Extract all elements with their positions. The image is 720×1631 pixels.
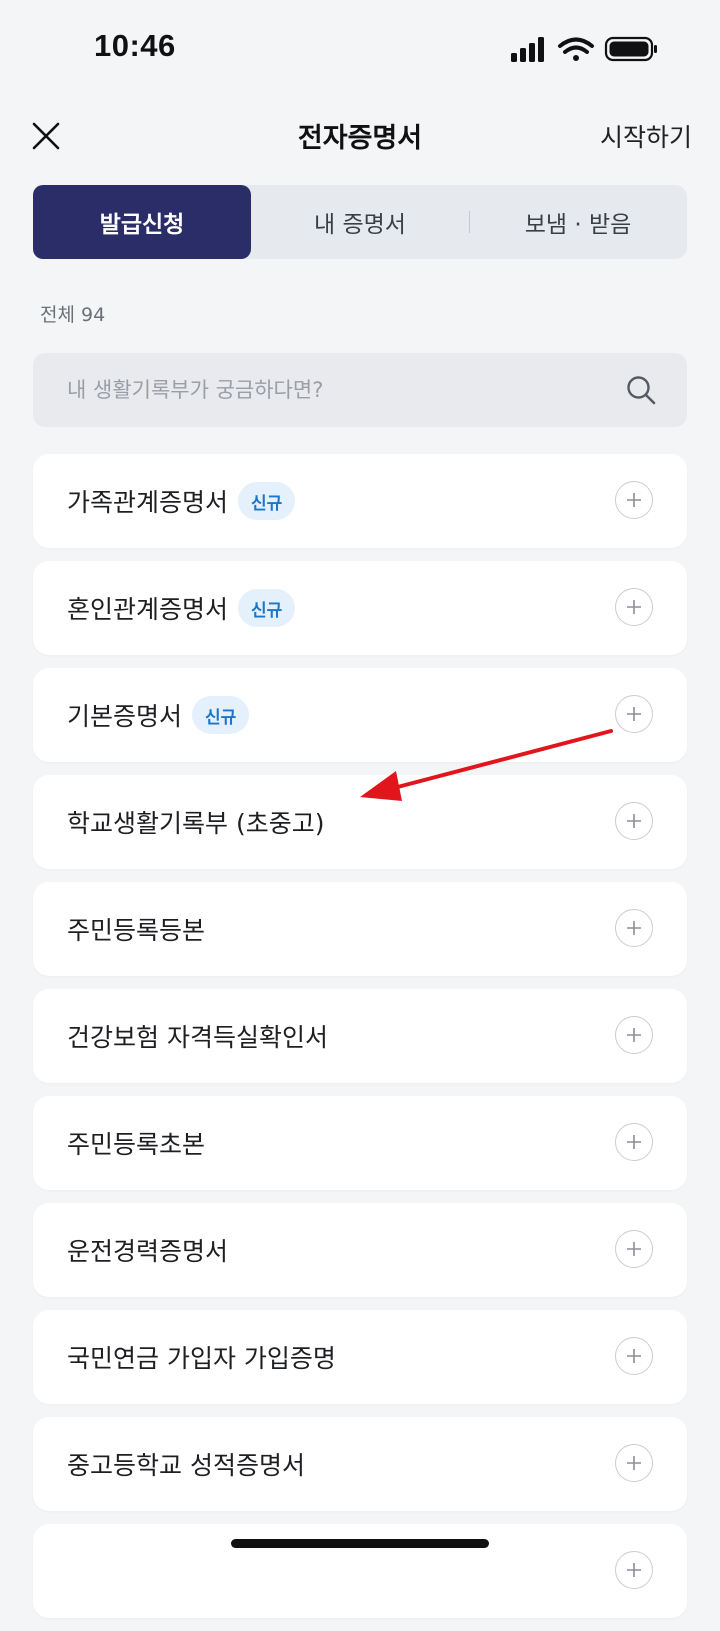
search-input[interactable] (67, 353, 607, 427)
total-count: 전체 94 (40, 304, 106, 326)
list-item[interactable]: 주민등록등본 (33, 882, 687, 976)
plus-icon (627, 1135, 641, 1149)
segmented-tabs: 발급신청 내 증명서 보냄 · 받음 (33, 185, 687, 259)
list-item[interactable]: 주민등록초본 (33, 1096, 687, 1190)
add-button[interactable] (615, 909, 653, 947)
list-item-label: 혼인관계증명서 (67, 595, 229, 624)
signal-icon (511, 37, 544, 62)
list-item-label: 운전경력증명서 (67, 1237, 229, 1266)
list-item-label: 중고등학교 성적증명서 (67, 1451, 305, 1480)
new-badge: 신규 (238, 482, 296, 520)
status-time: 10:46 (94, 28, 176, 63)
certificate-list: 가족관계증명서 신규 혼인관계증명서 신규 기본증명서 신규 학교생활기록부 (… (33, 454, 687, 1631)
tab-sent-received[interactable]: 보냄 · 받음 (469, 185, 687, 259)
plus-icon (627, 600, 641, 614)
status-bar: 10:46 (0, 0, 720, 96)
plus-icon (627, 707, 641, 721)
search-icon[interactable] (625, 374, 657, 406)
add-button[interactable] (615, 1337, 653, 1375)
tab-issue-request[interactable]: 발급신청 (33, 185, 251, 259)
new-badge: 신규 (192, 696, 250, 734)
battery-icon (604, 36, 657, 62)
new-badge: 신규 (238, 589, 296, 627)
wifi-icon (558, 37, 594, 61)
list-item[interactable]: 학교생활기록부 (초중고) (33, 775, 687, 869)
plus-icon (627, 814, 641, 828)
list-item[interactable]: 중고등학교 성적증명서 (33, 1417, 687, 1511)
add-button[interactable] (615, 1444, 653, 1482)
add-button[interactable] (615, 481, 653, 519)
add-button[interactable] (615, 1230, 653, 1268)
plus-icon (627, 1028, 641, 1042)
list-item-label: 주민등록등본 (67, 916, 206, 945)
tab-divider (469, 211, 470, 233)
add-button[interactable] (615, 1016, 653, 1054)
plus-icon (627, 1563, 641, 1577)
plus-icon (627, 1349, 641, 1363)
tab-my-certificates[interactable]: 내 증명서 (251, 185, 469, 259)
add-button[interactable] (615, 1123, 653, 1161)
add-button[interactable] (615, 695, 653, 733)
list-item-label: 국민연금 가입자 가입증명 (67, 1344, 336, 1373)
list-item[interactable]: 건강보험 자격득실확인서 (33, 989, 687, 1083)
plus-icon (627, 1242, 641, 1256)
list-item-label: 학교생활기록부 (초중고) (67, 809, 325, 838)
plus-icon (627, 1456, 641, 1470)
list-item-label: 가족관계증명서 (67, 488, 229, 517)
plus-icon (627, 921, 641, 935)
list-item[interactable]: 가족관계증명서 신규 (33, 454, 687, 548)
list-item-label: 기본증명서 (67, 702, 183, 731)
home-indicator[interactable] (231, 1539, 489, 1548)
status-icons (511, 36, 657, 62)
list-item[interactable]: 국민연금 가입자 가입증명 (33, 1310, 687, 1404)
nav-bar: 전자증명서 시작하기 (0, 100, 720, 172)
add-button[interactable] (615, 1551, 653, 1589)
list-item-label: 주민등록초본 (67, 1130, 206, 1159)
start-button[interactable]: 시작하기 (600, 118, 692, 154)
list-item-label: 건강보험 자격득실확인서 (67, 1023, 328, 1052)
list-item[interactable]: 기본증명서 신규 (33, 668, 687, 762)
search-box (33, 353, 687, 427)
list-item[interactable]: 혼인관계증명서 신규 (33, 561, 687, 655)
add-button[interactable] (615, 802, 653, 840)
list-item[interactable]: 운전경력증명서 (33, 1203, 687, 1297)
plus-icon (627, 493, 641, 507)
add-button[interactable] (615, 588, 653, 626)
